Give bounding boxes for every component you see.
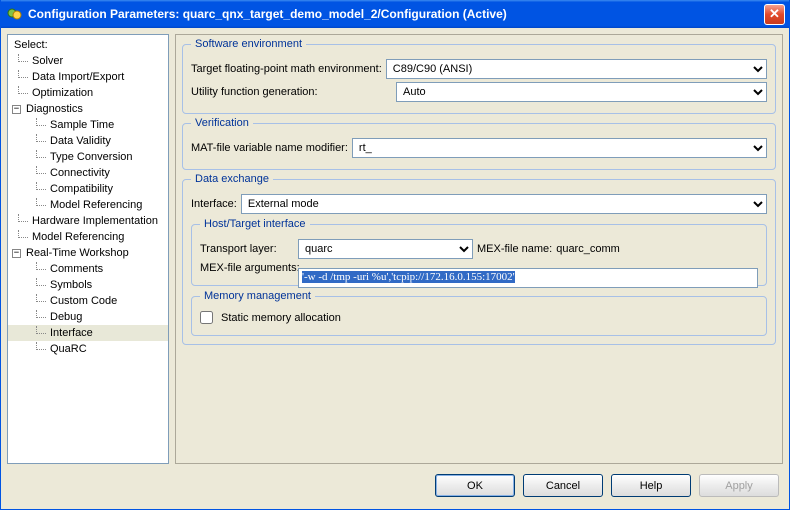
select-utilgen[interactable]: Auto [396, 82, 767, 102]
select-matmod[interactable]: rt_ [352, 138, 767, 158]
titlebar: Configuration Parameters: quarc_qnx_targ… [1, 0, 789, 28]
tree-item-modelref2[interactable]: Model Referencing [8, 229, 168, 245]
label-utilgen: Utility function generation: [191, 86, 392, 98]
tree-item-datavalidity[interactable]: Data Validity [8, 133, 168, 149]
close-button[interactable]: ✕ [764, 4, 785, 25]
legend: Data exchange [191, 173, 273, 185]
label-mexargs: MEX-file arguments: [200, 262, 294, 274]
tree-item-symbols[interactable]: Symbols [8, 277, 168, 293]
tree-item-interface[interactable]: Interface [8, 325, 168, 341]
tree-item-dataio[interactable]: Data Import/Export [8, 69, 168, 85]
select-transport[interactable]: quarc [298, 239, 473, 259]
label-target-fp: Target floating-point math environment: [191, 63, 382, 75]
ok-button[interactable]: OK [435, 474, 515, 497]
tree[interactable]: Solver Data Import/Export Optimization −… [8, 53, 168, 357]
tree-heading: Select: [8, 37, 168, 53]
legend: Host/Target interface [200, 218, 310, 230]
label-mexname: MEX-file name: [477, 243, 552, 255]
tree-item-rtw[interactable]: −Real-Time Workshop [8, 245, 168, 261]
group-software-environment: Software environment Target floating-poi… [182, 38, 776, 114]
group-data-exchange: Data exchange Interface: External mode H… [182, 173, 776, 345]
tree-item-compatibility[interactable]: Compatibility [8, 181, 168, 197]
tree-item-modelref[interactable]: Model Referencing [8, 197, 168, 213]
legend: Software environment [191, 38, 306, 50]
label-static-mem: Static memory allocation [221, 312, 341, 324]
button-bar: OK Cancel Help Apply [1, 470, 789, 497]
select-interface[interactable]: External mode [241, 194, 767, 214]
tree-item-typeconv[interactable]: Type Conversion [8, 149, 168, 165]
value-mexname: quarc_comm [556, 243, 620, 255]
tree-item-hwimpl[interactable]: Hardware Implementation [8, 213, 168, 229]
tree-item-optimization[interactable]: Optimization [8, 85, 168, 101]
apply-button[interactable]: Apply [699, 474, 779, 497]
group-verification: Verification MAT-file variable name modi… [182, 117, 776, 170]
label-interface: Interface: [191, 198, 237, 210]
collapse-icon[interactable]: − [12, 105, 21, 114]
settings-panel: Software environment Target floating-poi… [175, 34, 783, 464]
select-target-fp[interactable]: C89/C90 (ANSI) [386, 59, 767, 79]
cancel-button[interactable]: Cancel [523, 474, 603, 497]
help-button[interactable]: Help [611, 474, 691, 497]
label-transport: Transport layer: [200, 243, 294, 255]
tree-item-diagnostics[interactable]: −Diagnostics [8, 101, 168, 117]
label-matmod: MAT-file variable name modifier: [191, 142, 348, 154]
app-icon [7, 6, 23, 22]
tree-item-sampletime[interactable]: Sample Time [8, 117, 168, 133]
collapse-icon[interactable]: − [12, 249, 21, 258]
tree-item-connectivity[interactable]: Connectivity [8, 165, 168, 181]
window-title: Configuration Parameters: quarc_qnx_targ… [28, 7, 764, 21]
group-memory-management: Memory management Static memory allocati… [191, 290, 767, 336]
tree-item-debug[interactable]: Debug [8, 309, 168, 325]
group-host-target: Host/Target interface Transport layer: q… [191, 218, 767, 286]
checkbox-static-mem[interactable] [200, 311, 213, 324]
tree-item-comments[interactable]: Comments [8, 261, 168, 277]
legend: Verification [191, 117, 253, 129]
legend: Memory management [200, 290, 315, 302]
tree-panel: Select: Solver Data Import/Export Optimi… [7, 34, 169, 464]
tree-item-quarc[interactable]: QuaRC [8, 341, 168, 357]
tree-item-customcode[interactable]: Custom Code [8, 293, 168, 309]
tree-item-solver[interactable]: Solver [8, 53, 168, 69]
